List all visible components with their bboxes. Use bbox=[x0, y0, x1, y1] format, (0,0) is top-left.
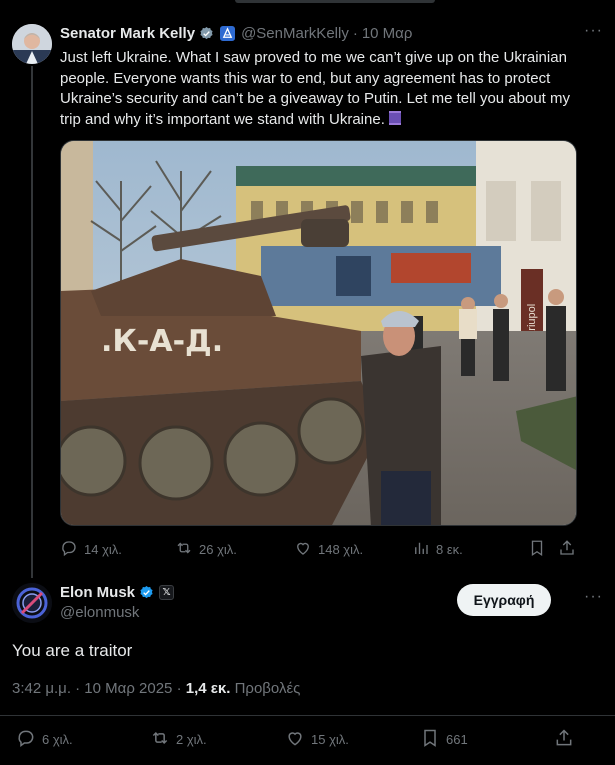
reply-button[interactable]: 6 χιλ. bbox=[16, 728, 73, 751]
author-name[interactable]: Senator Mark Kelly bbox=[60, 25, 195, 42]
share-button[interactable] bbox=[554, 728, 574, 751]
reply-icon bbox=[60, 539, 78, 560]
views-label: Προβολές bbox=[234, 680, 301, 697]
bookmark-button[interactable] bbox=[528, 539, 546, 560]
bookmark-icon bbox=[420, 728, 440, 751]
avatar[interactable] bbox=[12, 24, 52, 64]
flag-emoji-icon bbox=[385, 110, 403, 128]
author-name[interactable]: Elon Musk bbox=[60, 584, 135, 601]
tweet-header: Elon Musk 𝕏 bbox=[60, 584, 175, 601]
tweet-date[interactable]: 10 Μαρ bbox=[362, 25, 413, 42]
tweet-text: Just left Ukraine. What I saw proved to … bbox=[60, 49, 570, 128]
tweet-text: You are a traitor bbox=[12, 641, 133, 660]
bookmark-button[interactable]: 661 bbox=[420, 728, 468, 751]
repost-icon bbox=[175, 539, 193, 560]
views-icon bbox=[412, 539, 430, 560]
views-count: 1,4 εκ. bbox=[185, 680, 231, 697]
avatar[interactable] bbox=[12, 583, 52, 623]
repost-button[interactable]: 2 χιλ. bbox=[150, 728, 207, 751]
like-icon bbox=[285, 728, 305, 751]
like-icon bbox=[294, 539, 312, 560]
timestamp[interactable]: 3:42 μ.μ. · 10 Μαρ 2025 bbox=[12, 680, 172, 697]
avatar-photo bbox=[12, 24, 52, 64]
reply-icon bbox=[16, 728, 36, 751]
author-handle[interactable]: @SenMarkKelly bbox=[241, 25, 349, 42]
verified-badge-icon[interactable] bbox=[139, 585, 154, 600]
tweet-meta: 3:42 μ.μ. · 10 Μαρ 2025 · 1,4 εκ. Προβολ… bbox=[12, 680, 300, 697]
repost-button[interactable]: 26 χιλ. bbox=[175, 539, 237, 560]
repost-icon bbox=[150, 728, 170, 751]
views-button[interactable]: 8 εκ. bbox=[412, 539, 463, 560]
tank-graffiti: .К-А-Д. bbox=[101, 324, 223, 359]
previous-media-edge bbox=[235, 0, 435, 3]
photo-scene: Mariupol .К-А-Д. bbox=[61, 141, 576, 525]
separator: · bbox=[352, 25, 358, 42]
like-button[interactable]: 148 χιλ. bbox=[294, 539, 363, 560]
tweet-actions: 14 χιλ. 26 χιλ. 148 χιλ. 8 εκ. bbox=[60, 539, 577, 559]
thread-connector-line bbox=[31, 66, 33, 578]
like-button[interactable]: 15 χιλ. bbox=[285, 728, 349, 751]
x-affiliate-badge-icon[interactable]: 𝕏 bbox=[159, 585, 175, 600]
separator: · bbox=[176, 680, 182, 697]
divider bbox=[0, 715, 615, 716]
bookmark-icon bbox=[528, 539, 546, 560]
share-icon bbox=[554, 728, 574, 751]
avatar-photo bbox=[12, 583, 52, 623]
tweet-actions: 6 χιλ. 2 χιλ. 15 χιλ. 661 bbox=[0, 728, 615, 752]
more-options-icon[interactable]: ··· bbox=[584, 588, 603, 606]
government-badge-icon[interactable] bbox=[220, 26, 236, 41]
tweet-photo[interactable]: Mariupol .К-А-Д. bbox=[60, 140, 577, 526]
tweet-header: Senator Mark Kelly @SenMarkKelly · 10 Μα… bbox=[60, 25, 412, 42]
reply-button[interactable]: 14 χιλ. bbox=[60, 539, 122, 560]
more-options-icon[interactable]: ··· bbox=[584, 22, 603, 40]
author-handle[interactable]: @elonmusk bbox=[60, 604, 139, 621]
subscribe-button[interactable]: Εγγραφή bbox=[457, 584, 551, 616]
share-button[interactable] bbox=[558, 539, 576, 560]
verified-badge-icon[interactable] bbox=[199, 26, 214, 41]
share-icon bbox=[558, 539, 576, 560]
